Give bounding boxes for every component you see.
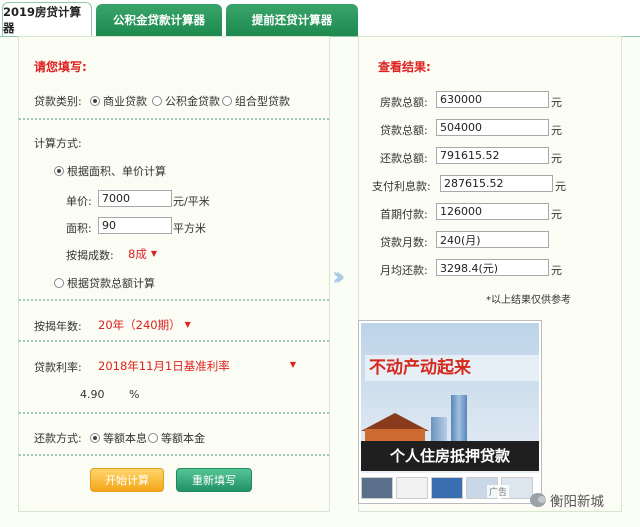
loan-rate-value[interactable]: 4.90 — [80, 388, 105, 401]
area-unit: 平方米 — [173, 222, 206, 235]
repay-equal-installment[interactable]: 等额本息 — [90, 430, 147, 446]
method-by-area-option[interactable]: 根据面积、单价计算 — [54, 163, 166, 179]
ad-banner-text: 个人住房抵押贷款 — [361, 441, 539, 471]
result-label-interest: 支付利息款: — [372, 180, 431, 193]
method-by-total-option[interactable]: 根据贷款总额计算 — [54, 275, 155, 291]
calc-method-label: 计算方式: — [34, 137, 82, 150]
repay-equal-principal[interactable]: 等额本金 — [148, 430, 205, 446]
advertisement[interactable]: 不动产动起来 个人住房抵押贷款 广告 — [358, 320, 542, 504]
ad-thumbnail[interactable] — [431, 477, 463, 499]
watermark: 衡阳新城 — [530, 490, 604, 510]
result-unit: 元 — [551, 264, 562, 277]
loan-rate-select[interactable]: 2018年11月1日基准利率 ▼ — [98, 358, 296, 374]
loan-type-commercial[interactable]: 商业贷款 — [90, 93, 147, 109]
result-label-house-total: 房款总额: — [380, 96, 428, 109]
result-unit: 元 — [555, 180, 566, 193]
radio-icon[interactable] — [54, 278, 64, 288]
mortgage-ratio-label: 按揭成数: — [66, 249, 114, 262]
divider — [19, 299, 329, 301]
unit-price-label: 单价: — [66, 195, 92, 208]
result-repay-total — [436, 147, 549, 164]
result-monthly-payment — [436, 259, 549, 276]
result-loan-total — [436, 119, 549, 136]
dropdown-caret-icon: ▼ — [184, 320, 191, 329]
area-input[interactable] — [98, 217, 172, 234]
tab-prepayment-calculator[interactable]: 提前还贷计算器 — [226, 4, 358, 36]
ad-thumbnail[interactable] — [396, 477, 428, 499]
area-label: 面积: — [66, 222, 92, 235]
mortgage-ratio-select[interactable]: 8成 ▼ — [128, 246, 157, 262]
reset-button[interactable]: 重新填写 — [176, 468, 252, 492]
ad-thumbnails — [361, 477, 539, 501]
result-unit: 元 — [551, 152, 562, 165]
radio-icon[interactable] — [54, 166, 64, 176]
result-label-down-payment: 首期付款: — [380, 208, 428, 221]
calculate-button[interactable]: 开始计算 — [90, 468, 164, 492]
tab-bar: 2019房贷计算器 公积金贷款计算器 提前还贷计算器 — [0, 0, 640, 36]
input-section-title: 请您填写: — [34, 60, 87, 74]
wechat-icon — [530, 493, 546, 507]
ad-thumbnail[interactable] — [361, 477, 393, 499]
results-section-title: 查看结果: — [378, 60, 431, 74]
radio-icon[interactable] — [222, 96, 232, 106]
ad-badge: 广告 — [487, 485, 510, 498]
result-down-payment — [436, 203, 549, 220]
result-label-months: 贷款月数: — [380, 236, 428, 249]
result-unit: 元 — [551, 124, 562, 137]
repayment-method-label: 还款方式: — [34, 432, 82, 445]
radio-icon[interactable] — [90, 433, 100, 443]
result-label-loan-total: 贷款总额: — [380, 124, 428, 137]
result-label-repay-total: 还款总额: — [380, 152, 428, 165]
double-chevron-right-icon: ›› — [332, 262, 346, 292]
divider — [19, 454, 329, 456]
disclaimer-note: *以上结果仅供参考 — [486, 295, 571, 306]
radio-icon[interactable] — [152, 96, 162, 106]
tab-provident-fund-calculator[interactable]: 公积金贷款计算器 — [96, 4, 222, 36]
loan-type-label: 贷款类别: — [34, 95, 82, 108]
loan-rate-label: 贷款利率: — [34, 361, 82, 374]
radio-icon[interactable] — [90, 96, 100, 106]
unit-price-input[interactable] — [98, 190, 172, 207]
divider — [19, 340, 329, 342]
mortgage-years-select[interactable]: 20年（240期） ▼ — [98, 317, 191, 333]
result-months — [436, 231, 549, 248]
loan-type-combined[interactable]: 组合型贷款 — [222, 93, 290, 109]
result-interest — [440, 175, 553, 192]
unit-price-unit: 元/平米 — [173, 195, 210, 208]
ad-slogan: 不动产动起来 — [365, 355, 539, 381]
result-label-monthly-payment: 月均还款: — [380, 264, 428, 277]
loan-rate-unit: % — [129, 388, 140, 401]
loan-type-provident[interactable]: 公积金贷款 — [152, 93, 220, 109]
result-house-total — [436, 91, 549, 108]
dropdown-caret-icon: ▼ — [150, 249, 157, 258]
result-unit: 元 — [551, 96, 562, 109]
divider — [19, 118, 329, 120]
radio-icon[interactable] — [148, 433, 158, 443]
dropdown-caret-icon: ▼ — [289, 360, 296, 369]
divider — [19, 412, 329, 414]
tab-mortgage-calculator[interactable]: 2019房贷计算器 — [2, 2, 92, 36]
result-unit: 元 — [551, 208, 562, 221]
mortgage-years-label: 按揭年数: — [34, 320, 82, 333]
